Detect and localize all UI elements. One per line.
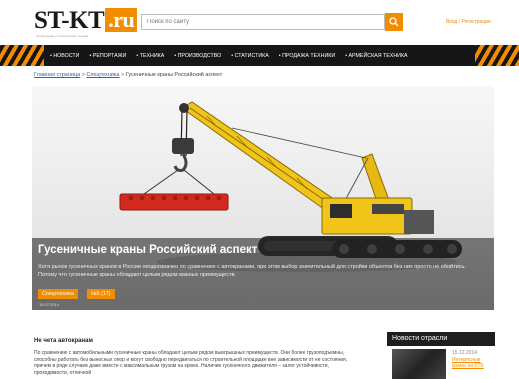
hero-banner[interactable]: Гусеничные краны Российский аспект Хотя … — [32, 86, 494, 310]
page: ST-KT .ru специальная и строительная техн… — [0, 0, 519, 379]
hero-title[interactable]: Гусеничные краны Российский аспект — [38, 244, 257, 256]
nav-item[interactable]: ПРОДАЖА ТЕХНИКИ — [279, 53, 335, 59]
nav-stripe-right — [475, 45, 519, 66]
logo-tagline: специальная и строительная техника — [36, 34, 89, 38]
breadcrumb-separator: > — [120, 72, 125, 78]
site-header: ST-KT .ru специальная и строительная техн… — [0, 0, 519, 44]
nav-item[interactable]: СТАТИСТИКА — [231, 53, 269, 59]
news-date: 15.12.2014 — [452, 350, 478, 356]
search-input[interactable] — [141, 14, 385, 30]
search-icon — [389, 17, 399, 27]
nav-items: НОВОСТИ РЕПОРТАЖИ ТЕХНИКА ПРОИЗВОДСТВО СТАТИ… — [50, 45, 408, 66]
breadcrumb-current: Гусеничные краны Российский аспект — [125, 72, 223, 78]
article-body: По сравнению с автомобильными гусеничные… — [34, 350, 348, 376]
site-logo[interactable]: ST-KT .ru — [34, 7, 138, 34]
search-button[interactable] — [385, 13, 403, 31]
nav-stripe-left — [0, 45, 44, 66]
nav-item[interactable]: ТЕХНИКА — [136, 53, 165, 59]
hero-summary: Хотя рынок гусеничных кранов в России не… — [38, 264, 466, 278]
breadcrumb: Главная страница > Спецтехника > Гусенич… — [34, 72, 222, 78]
nav-item[interactable]: РЕПОРТАЖИ — [89, 53, 127, 59]
hero-date: 15.07.2014 — [39, 302, 60, 307]
tag-category[interactable]: Спецтехника — [38, 289, 78, 299]
nav-item[interactable]: ПРОИЗВОДСТВО — [174, 53, 222, 59]
tag-issue[interactable]: №5 (17) — [87, 289, 115, 299]
nav-item[interactable]: НОВОСТИ — [50, 53, 79, 59]
nav-item[interactable]: АРМЕЙСКАЯ ТЕХНИКА — [345, 53, 408, 59]
breadcrumb-section-link[interactable]: Спецтехника — [86, 72, 119, 78]
industry-news-header: Новости отрасли — [387, 332, 495, 346]
logo-domain-text: .ru — [105, 8, 138, 32]
login-register-link[interactable]: Вход / Регистрация — [446, 19, 491, 25]
logo-main-text: ST-KT — [34, 7, 105, 34]
breadcrumb-separator: > — [81, 72, 85, 78]
main-navigation: НОВОСТИ РЕПОРТАЖИ ТЕХНИКА ПРОИЗВОДСТВО СТАТИ… — [0, 45, 519, 66]
news-thumbnail[interactable] — [392, 349, 446, 379]
news-link[interactable]: Интересные краны на КТБ — [452, 357, 496, 369]
article-subheading: Не чета автокранам — [34, 338, 93, 344]
breadcrumb-home-link[interactable]: Главная страница — [34, 72, 80, 78]
